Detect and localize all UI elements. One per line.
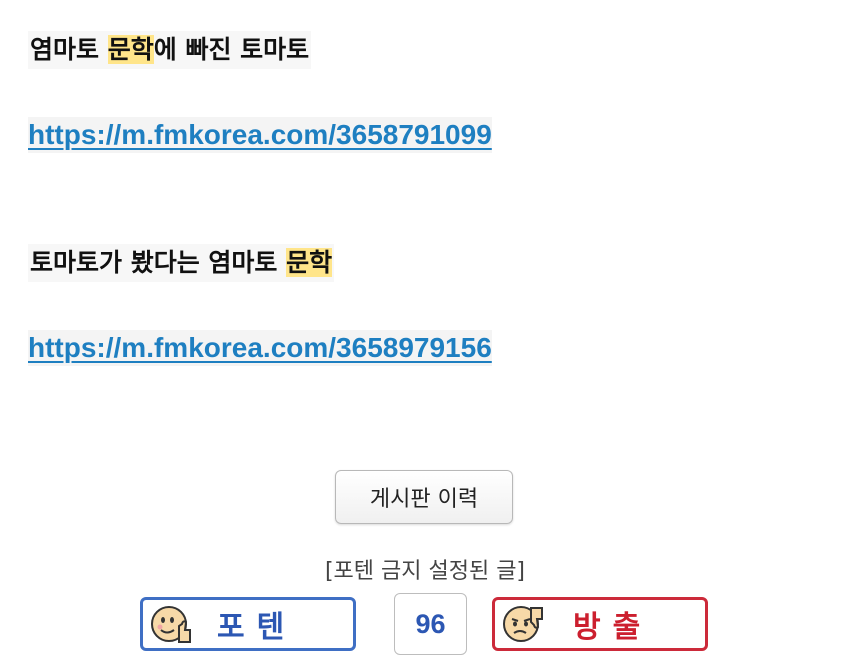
thumbs-up-face-icon: [151, 606, 191, 643]
post-text-line-2: 토마토가 봤다는 염마토 문학: [28, 244, 335, 282]
line1-text-after: 에 빠진 토마토: [153, 35, 310, 64]
bangchul-vote-button[interactable]: 방출: [492, 597, 708, 651]
thumbs-down-face-icon: [503, 606, 543, 642]
bangchul-label: 방출: [573, 610, 653, 645]
line2-text-before: 토마토가 봤다는 염마토: [30, 248, 287, 277]
post-text-line-1: 염마토 문학에 빠진 토마토: [28, 31, 312, 69]
line1-highlight: 문학: [107, 35, 154, 64]
vote-count: 96: [394, 593, 467, 655]
board-history-button[interactable]: 게시판 이력: [335, 470, 513, 524]
line1-text-before: 염마토: [30, 35, 108, 64]
poten-label: 포텐: [217, 610, 297, 645]
poten-vote-button[interactable]: 포텐: [140, 597, 356, 651]
post-link-2[interactable]: https://m.fmkorea.com/3658979156: [28, 330, 492, 366]
post-link-1[interactable]: https://m.fmkorea.com/3658791099: [28, 117, 492, 153]
line2-highlight: 문학: [286, 248, 333, 277]
no-poten-notice: [포텐 금지 설정된 글]: [324, 559, 526, 584]
